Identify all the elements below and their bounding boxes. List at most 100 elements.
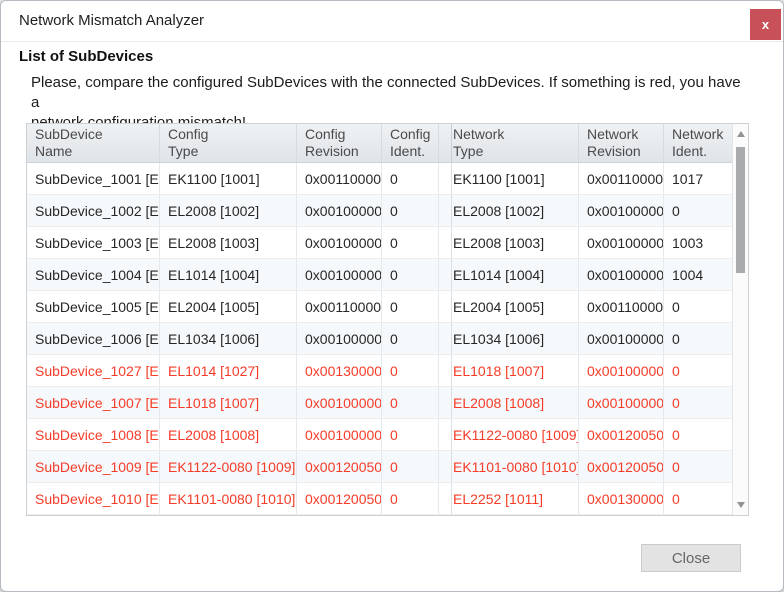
cell-config-type: EL2008 [1002] [160, 195, 297, 226]
cell-config-type: EL1018 [1007] [160, 387, 297, 418]
scrollbar-up-icon[interactable] [733, 126, 748, 142]
cell-config-type: EL2004 [1005] [160, 291, 297, 322]
cell-network-ident: 1004 [664, 259, 732, 290]
table-row[interactable]: SubDevice_1007 [EL1 EL1018 [1007] 0x0010… [27, 387, 732, 419]
table-row[interactable]: SubDevice_1006 [EL1 EL1034 [1006] 0x0010… [27, 323, 732, 355]
table-row[interactable]: SubDevice_1010 [EK1 EK1101-0080 [1010] 0… [27, 483, 732, 515]
cell-network-type: EL2008 [1003] [445, 227, 579, 258]
cell-network-ident: 0 [664, 291, 732, 322]
cell-config-ident: 0 [382, 323, 439, 354]
vertical-scrollbar[interactable] [732, 124, 748, 515]
table-header-row: SubDevice Name Config Type Config Revisi… [27, 124, 732, 163]
cell-network-revision: 0x00120050 [579, 419, 664, 450]
column-header-config-revision[interactable]: Config Revision [297, 124, 382, 162]
table-row[interactable]: SubDevice_1003 [EL2 EL2008 [1003] 0x0010… [27, 227, 732, 259]
cell-network-ident: 0 [664, 323, 732, 354]
table-row[interactable]: SubDevice_1008 [EL2 EL2008 [1008] 0x0010… [27, 419, 732, 451]
cell-network-ident: 0 [664, 355, 732, 386]
cell-subdevice-name: SubDevice_1010 [EK1 [27, 483, 160, 514]
cell-network-ident: 0 [664, 195, 732, 226]
cell-subdevice-name: SubDevice_1001 [EK1 [27, 163, 160, 194]
column-header-subdevice-name[interactable]: SubDevice Name [27, 124, 160, 162]
cell-network-revision: 0x00100000 [579, 227, 664, 258]
table-row[interactable]: SubDevice_1004 [EL1 EL1014 [1004] 0x0010… [27, 259, 732, 291]
cell-config-ident: 0 [382, 419, 439, 450]
cell-subdevice-name: SubDevice_1007 [EL1 [27, 387, 160, 418]
column-header-network-revision[interactable]: Network Revision [579, 124, 664, 162]
cell-config-type: EK1122-0080 [1009] [160, 451, 297, 482]
cell-network-revision: 0x00100000 [579, 259, 664, 290]
cell-network-ident: 1017 [664, 163, 732, 194]
table-row[interactable]: SubDevice_1027 [EL1 EL1014 [1027] 0x0013… [27, 355, 732, 387]
close-icon[interactable]: x [750, 9, 781, 40]
column-header-config-ident[interactable]: Config Ident. [382, 124, 439, 162]
cell-network-revision: 0x00110000 [579, 163, 664, 194]
cell-config-ident: 0 [382, 227, 439, 258]
cell-network-revision: 0x00100000 [579, 355, 664, 386]
cell-config-ident: 0 [382, 291, 439, 322]
cell-config-type: EK1101-0080 [1010] [160, 483, 297, 514]
cell-subdevice-name: SubDevice_1002 [EL2 [27, 195, 160, 226]
cell-network-revision: 0x00100000 [579, 323, 664, 354]
cell-network-type: EL1018 [1007] [445, 355, 579, 386]
description-line-1: Please, compare the configured SubDevice… [31, 73, 747, 113]
cell-config-ident: 0 [382, 451, 439, 482]
cell-config-type: EL2008 [1008] [160, 419, 297, 450]
cell-config-ident: 0 [382, 483, 439, 514]
titlebar: Network Mismatch Analyzer x [1, 1, 783, 42]
cell-subdevice-name: SubDevice_1003 [EL2 [27, 227, 160, 258]
cell-config-type: EL1014 [1027] [160, 355, 297, 386]
cell-config-revision: 0x00120050 [297, 483, 382, 514]
cell-config-revision: 0x00130000 [297, 355, 382, 386]
cell-subdevice-name: SubDevice_1027 [EL1 [27, 355, 160, 386]
cell-config-type: EL1034 [1006] [160, 323, 297, 354]
cell-config-revision: 0x00100000 [297, 387, 382, 418]
cell-config-revision: 0x00100000 [297, 195, 382, 226]
cell-config-type: EL2008 [1003] [160, 227, 297, 258]
subdevice-grid: SubDevice Name Config Type Config Revisi… [27, 124, 732, 515]
cell-network-type: EL2008 [1002] [445, 195, 579, 226]
cell-network-type: EL1014 [1004] [445, 259, 579, 290]
column-header-network-type[interactable]: Network Type [445, 124, 579, 162]
cell-network-type: EL2004 [1005] [445, 291, 579, 322]
cell-network-ident: 1003 [664, 227, 732, 258]
cell-network-type: EL2252 [1011] [445, 483, 579, 514]
cell-subdevice-name: SubDevice_1009 [EK1 [27, 451, 160, 482]
cell-subdevice-name: SubDevice_1005 [EL2 [27, 291, 160, 322]
column-header-network-ident[interactable]: Network Ident. [664, 124, 732, 162]
cell-network-revision: 0x00100000 [579, 387, 664, 418]
cell-network-ident: 0 [664, 483, 732, 514]
cell-network-revision: 0x00130000 [579, 483, 664, 514]
cell-network-type: EK1100 [1001] [445, 163, 579, 194]
table-row[interactable]: SubDevice_1002 [EL2 EL2008 [1002] 0x0010… [27, 195, 732, 227]
column-header-config-type[interactable]: Config Type [160, 124, 297, 162]
scrollbar-down-icon[interactable] [733, 497, 748, 513]
cell-network-type: EK1101-0080 [1010] [445, 451, 579, 482]
cell-config-ident: 0 [382, 355, 439, 386]
network-mismatch-analyzer-dialog: Network Mismatch Analyzer x List of SubD… [0, 0, 784, 592]
cell-config-type: EL1014 [1004] [160, 259, 297, 290]
cell-config-ident: 0 [382, 259, 439, 290]
cell-subdevice-name: SubDevice_1004 [EL1 [27, 259, 160, 290]
cell-config-revision: 0x00120050 [297, 451, 382, 482]
table-body: SubDevice_1001 [EK1 EK1100 [1001] 0x0011… [27, 163, 732, 515]
table-row[interactable]: SubDevice_1005 [EL2 EL2004 [1005] 0x0011… [27, 291, 732, 323]
cell-subdevice-name: SubDevice_1008 [EL2 [27, 419, 160, 450]
cell-network-ident: 0 [664, 387, 732, 418]
page-title: List of SubDevices [19, 48, 153, 65]
cell-config-type: EK1100 [1001] [160, 163, 297, 194]
cell-network-type: EK1122-0080 [1009] [445, 419, 579, 450]
cell-config-ident: 0 [382, 387, 439, 418]
cell-network-revision: 0x00110000 [579, 291, 664, 322]
cell-subdevice-name: SubDevice_1006 [EL1 [27, 323, 160, 354]
table-row[interactable]: SubDevice_1001 [EK1 EK1100 [1001] 0x0011… [27, 163, 732, 195]
cell-network-type: EL1034 [1006] [445, 323, 579, 354]
scrollbar-thumb[interactable] [736, 147, 745, 273]
cell-config-revision: 0x00110000 [297, 163, 382, 194]
cell-config-revision: 0x00100000 [297, 323, 382, 354]
cell-network-type: EL2008 [1008] [445, 387, 579, 418]
close-button[interactable]: Close [641, 544, 741, 572]
window-title: Network Mismatch Analyzer [19, 1, 204, 40]
table-row[interactable]: SubDevice_1009 [EK1 EK1122-0080 [1009] 0… [27, 451, 732, 483]
cell-network-ident: 0 [664, 451, 732, 482]
